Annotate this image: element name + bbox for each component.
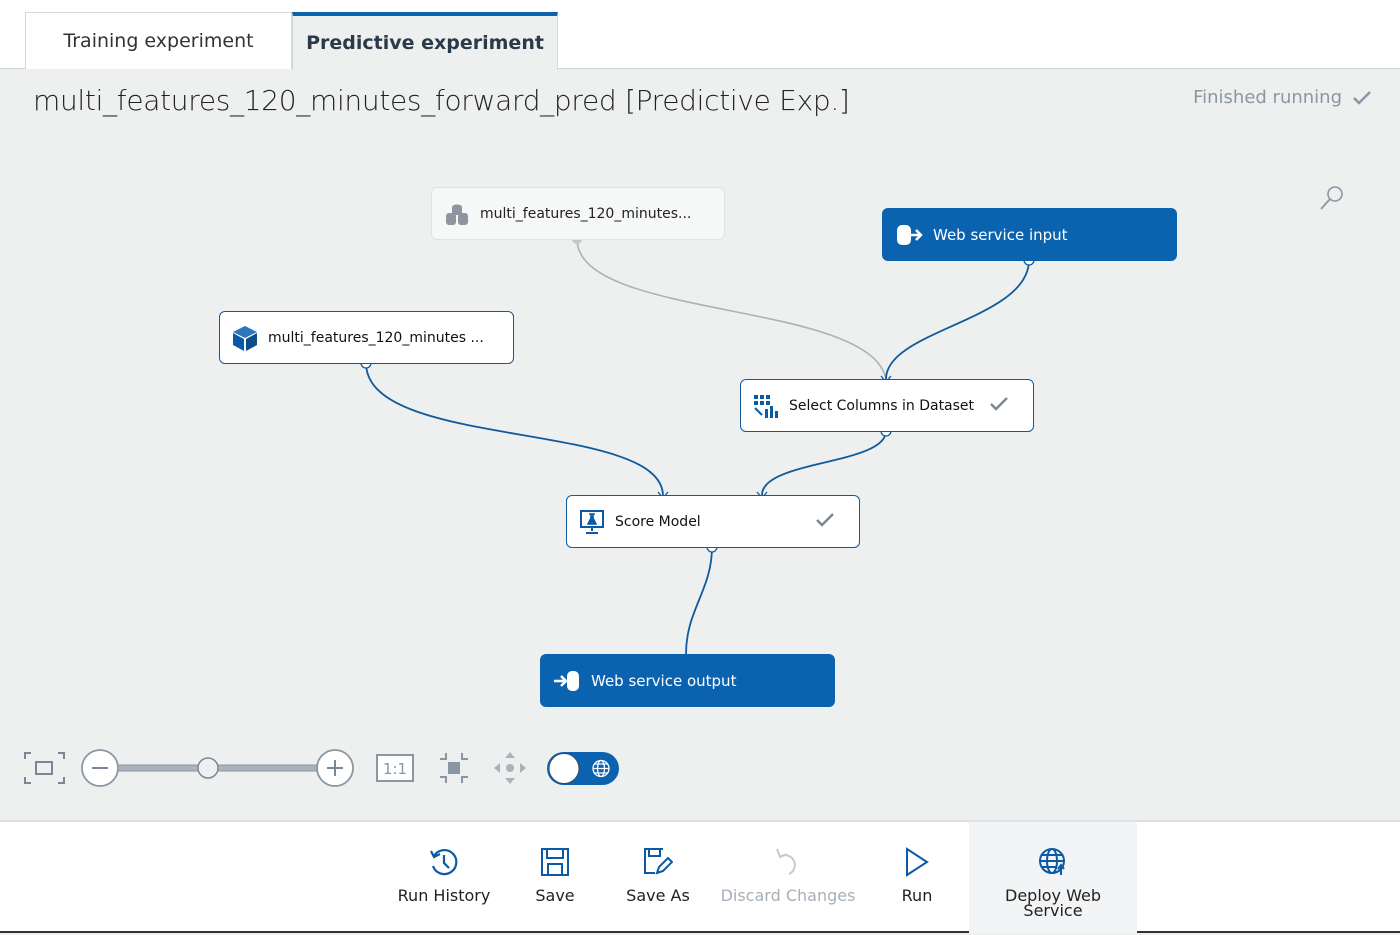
node-label: Score Model [615, 513, 701, 530]
save-button[interactable]: Save [520, 822, 590, 933]
deploy-web-service-button[interactable]: Deploy Web Service [969, 822, 1137, 933]
cube-icon [233, 325, 257, 351]
node-web-service-input[interactable]: Web service input [882, 208, 1177, 261]
deploy-label: Deploy Web Service [1005, 886, 1101, 920]
web-output-icon [554, 670, 579, 691]
zoom-out-button[interactable] [81, 749, 119, 787]
globe-toggle[interactable] [547, 752, 619, 785]
edge-model-score [365, 362, 664, 496]
play-icon [906, 847, 929, 877]
node-score-model[interactable]: Score Model [566, 495, 860, 548]
edge-score-output [685, 546, 713, 655]
command-bar: Run History Save Save As Discard Changes… [0, 820, 1400, 933]
save-label: Save [535, 886, 575, 905]
run-button[interactable]: Run [887, 822, 947, 933]
edge-input-select [885, 259, 1030, 380]
web-input-icon [897, 224, 923, 245]
discard-changes-label: Discard Changes [720, 886, 856, 905]
actual-size-button[interactable]: 1:1 [376, 754, 414, 782]
zoom-controls: 1:1 [0, 740, 700, 800]
edge-select-score [761, 430, 887, 496]
run-label: Run [901, 886, 933, 905]
check-icon [990, 397, 1008, 411]
zoom-slider-thumb[interactable] [197, 757, 219, 779]
globe-upload-icon [1039, 848, 1065, 875]
save-as-button[interactable]: Save As [618, 822, 698, 933]
node-label: Web service input [933, 225, 1068, 244]
node-label: multi_features_120_minutes ... [268, 329, 484, 346]
score-icon [580, 509, 604, 534]
select-columns-icon [754, 394, 778, 418]
node-label: Select Columns in Dataset [789, 397, 975, 414]
node-label: multi_features_120_minutes... [480, 205, 692, 222]
center-icon[interactable] [440, 753, 468, 783]
check-icon [816, 513, 834, 527]
node-label: Web service output [591, 671, 737, 690]
pan-icon[interactable] [494, 752, 526, 784]
node-trained-model[interactable]: multi_features_120_minutes ... [219, 311, 514, 364]
run-history-button[interactable]: Run History [394, 822, 494, 933]
node-select-columns[interactable]: Select Columns in Dataset [740, 379, 1034, 432]
discard-changes-button[interactable]: Discard Changes [718, 822, 858, 933]
save-as-label: Save As [626, 886, 690, 905]
undo-icon [776, 848, 796, 875]
node-dataset[interactable]: multi_features_120_minutes... [431, 187, 725, 240]
database-icon [446, 204, 468, 225]
save-icon [541, 848, 569, 876]
edge-dataset-select [576, 238, 887, 380]
fit-screen-icon[interactable] [24, 752, 65, 784]
save-as-icon [644, 848, 673, 875]
actual-size-label: 1:1 [383, 760, 407, 778]
node-web-service-output[interactable]: Web service output [540, 654, 835, 707]
run-history-label: Run History [397, 886, 491, 905]
zoom-in-button[interactable] [316, 749, 354, 787]
history-icon [430, 849, 458, 876]
